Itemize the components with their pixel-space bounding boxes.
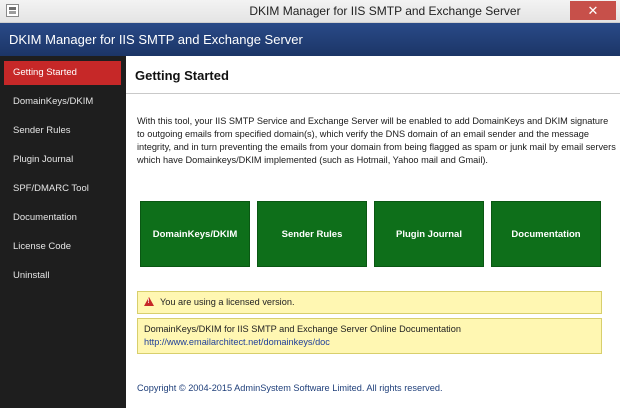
license-notice: You are using a licensed version. <box>137 291 602 314</box>
sidebar: Getting Started DomainKeys/DKIM Sender R… <box>0 56 126 408</box>
tile-plugin-journal[interactable]: Plugin Journal <box>374 201 484 267</box>
tile-documentation[interactable]: Documentation <box>491 201 601 267</box>
close-button[interactable]: ✕ <box>570 1 616 20</box>
sidebar-item-getting-started[interactable]: Getting Started <box>4 61 121 85</box>
documentation-text: DomainKeys/DKIM for IIS SMTP and Exchang… <box>144 324 461 334</box>
sidebar-item-documentation[interactable]: Documentation <box>4 206 121 230</box>
sidebar-item-uninstall[interactable]: Uninstall <box>4 264 121 288</box>
intro-paragraph: With this tool, your IIS SMTP Service an… <box>137 116 616 165</box>
sidebar-item-sender-rules[interactable]: Sender Rules <box>4 119 121 143</box>
documentation-link[interactable]: http://www.emailarchitect.net/domainkeys… <box>144 337 330 347</box>
warning-icon <box>144 297 154 306</box>
window-titlebar: DKIM Manager for IIS SMTP and Exchange S… <box>0 0 620 23</box>
documentation-box: DomainKeys/DKIM for IIS SMTP and Exchang… <box>137 318 602 354</box>
tile-domainkeys-dkim[interactable]: DomainKeys/DKIM <box>140 201 250 267</box>
license-notice-text: You are using a licensed version. <box>160 297 295 307</box>
tile-sender-rules[interactable]: Sender Rules <box>257 201 367 267</box>
sidebar-item-spf-dmarc-tool[interactable]: SPF/DMARC Tool <box>4 177 121 201</box>
window-title: DKIM Manager for IIS SMTP and Exchange S… <box>249 4 521 18</box>
sidebar-item-domainkeys-dkim[interactable]: DomainKeys/DKIM <box>4 90 121 114</box>
copyright-text: Copyright © 2004-2015 AdminSystem Softwa… <box>137 383 443 393</box>
page-title: Getting Started <box>126 56 620 94</box>
main-content: Getting Started With this tool, your IIS… <box>126 56 620 408</box>
app-header: DKIM Manager for IIS SMTP and Exchange S… <box>0 23 620 56</box>
app-header-title: DKIM Manager for IIS SMTP and Exchange S… <box>9 32 303 47</box>
sidebar-item-plugin-journal[interactable]: Plugin Journal <box>4 148 121 172</box>
sidebar-item-license-code[interactable]: License Code <box>4 235 121 259</box>
